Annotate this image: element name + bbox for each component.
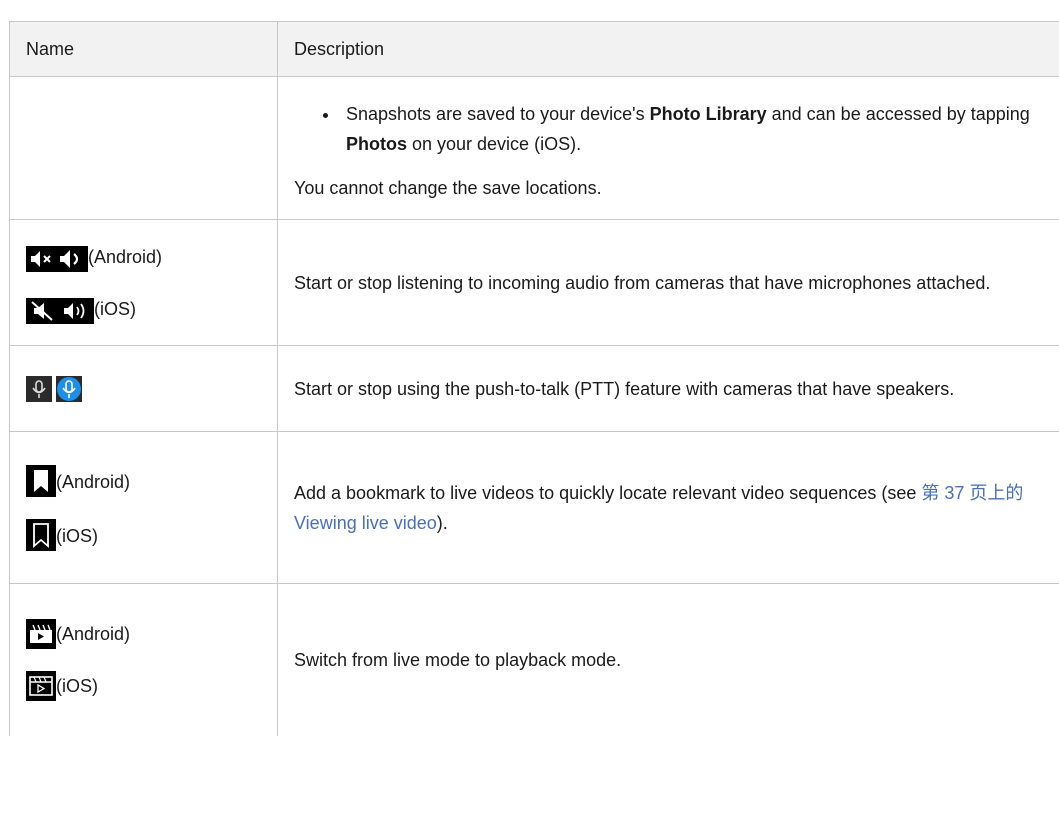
ios-label: (iOS) bbox=[56, 675, 98, 696]
text-run: ). bbox=[436, 512, 448, 533]
speaker-waves-icon bbox=[60, 297, 94, 324]
column-header-name: Name bbox=[9, 21, 278, 77]
description-cell: Snapshots are saved to your device's Pho… bbox=[277, 76, 1059, 220]
speaker-mute-icon bbox=[26, 245, 54, 272]
text-run: on your device (iOS). bbox=[407, 134, 582, 154]
text-run: Add a bookmark to live videos to quickly… bbox=[294, 482, 922, 503]
bookmark-icon bbox=[26, 464, 56, 497]
bookmark-icon bbox=[26, 518, 56, 551]
list-item: Snapshots are saved to your device's Pho… bbox=[340, 99, 1059, 159]
android-label: (Android) bbox=[56, 471, 131, 492]
microphone-on-icon bbox=[56, 375, 82, 402]
android-icon-line: (Android) bbox=[26, 242, 277, 272]
name-cell: (Android) (iOS) bbox=[9, 583, 278, 736]
name-cell: (Android) (iOS) bbox=[9, 431, 278, 584]
table-row: Snapshots are saved to your device's Pho… bbox=[9, 76, 1059, 220]
photo-library-term: Photo Library bbox=[649, 104, 767, 124]
column-header-description: Description bbox=[277, 21, 1059, 77]
ios-icon-line: (iOS) bbox=[26, 518, 277, 551]
table-row: (Android) (iOS) Switch from live mode to… bbox=[9, 583, 1059, 736]
ios-label: (iOS) bbox=[56, 525, 98, 546]
photos-term: Photos bbox=[346, 134, 407, 154]
microphone-off-icon bbox=[26, 375, 52, 402]
text-run: and can be accessed by tapping bbox=[766, 104, 1030, 124]
speaker-on-icon bbox=[54, 245, 88, 272]
table-header-row: Name Description bbox=[9, 21, 1059, 77]
text-run: Snapshots are saved to your device's bbox=[346, 104, 650, 124]
description-cell: Add a bookmark to live videos to quickly… bbox=[277, 431, 1059, 584]
table-row: (Android) (iOS) Add a bookmark to live v… bbox=[9, 431, 1059, 584]
ios-icon-line: (iOS) bbox=[26, 670, 277, 701]
name-cell-empty bbox=[9, 76, 278, 220]
clapperboard-play-icon bbox=[26, 670, 56, 701]
clapperboard-play-icon bbox=[26, 618, 56, 649]
note-text: You cannot change the save locations. bbox=[294, 178, 602, 198]
ios-label: (iOS) bbox=[94, 298, 136, 319]
name-cell bbox=[9, 345, 278, 432]
ptt-icons bbox=[26, 375, 277, 402]
table-row: Start or stop using the push-to-talk (PT… bbox=[9, 345, 1059, 432]
android-label: (Android) bbox=[56, 623, 131, 644]
android-icon-line: (Android) bbox=[26, 464, 277, 497]
name-cell: (Android) (iOS) bbox=[9, 219, 278, 346]
bullet-list: Snapshots are saved to your device's Pho… bbox=[294, 77, 1059, 159]
ios-icon-line: (iOS) bbox=[26, 294, 277, 324]
table-row: (Android) (iOS) Start or stop listening … bbox=[9, 219, 1059, 346]
android-icon-line: (Android) bbox=[26, 618, 277, 649]
speaker-slash-icon bbox=[26, 297, 60, 324]
description-cell: Start or stop listening to incoming audi… bbox=[277, 219, 1059, 346]
feature-table: Name Description Snapshots are saved to … bbox=[9, 21, 1059, 736]
description-cell: Switch from live mode to playback mode. bbox=[277, 583, 1059, 736]
android-label: (Android) bbox=[88, 246, 163, 267]
description-cell: Start or stop using the push-to-talk (PT… bbox=[277, 345, 1059, 432]
